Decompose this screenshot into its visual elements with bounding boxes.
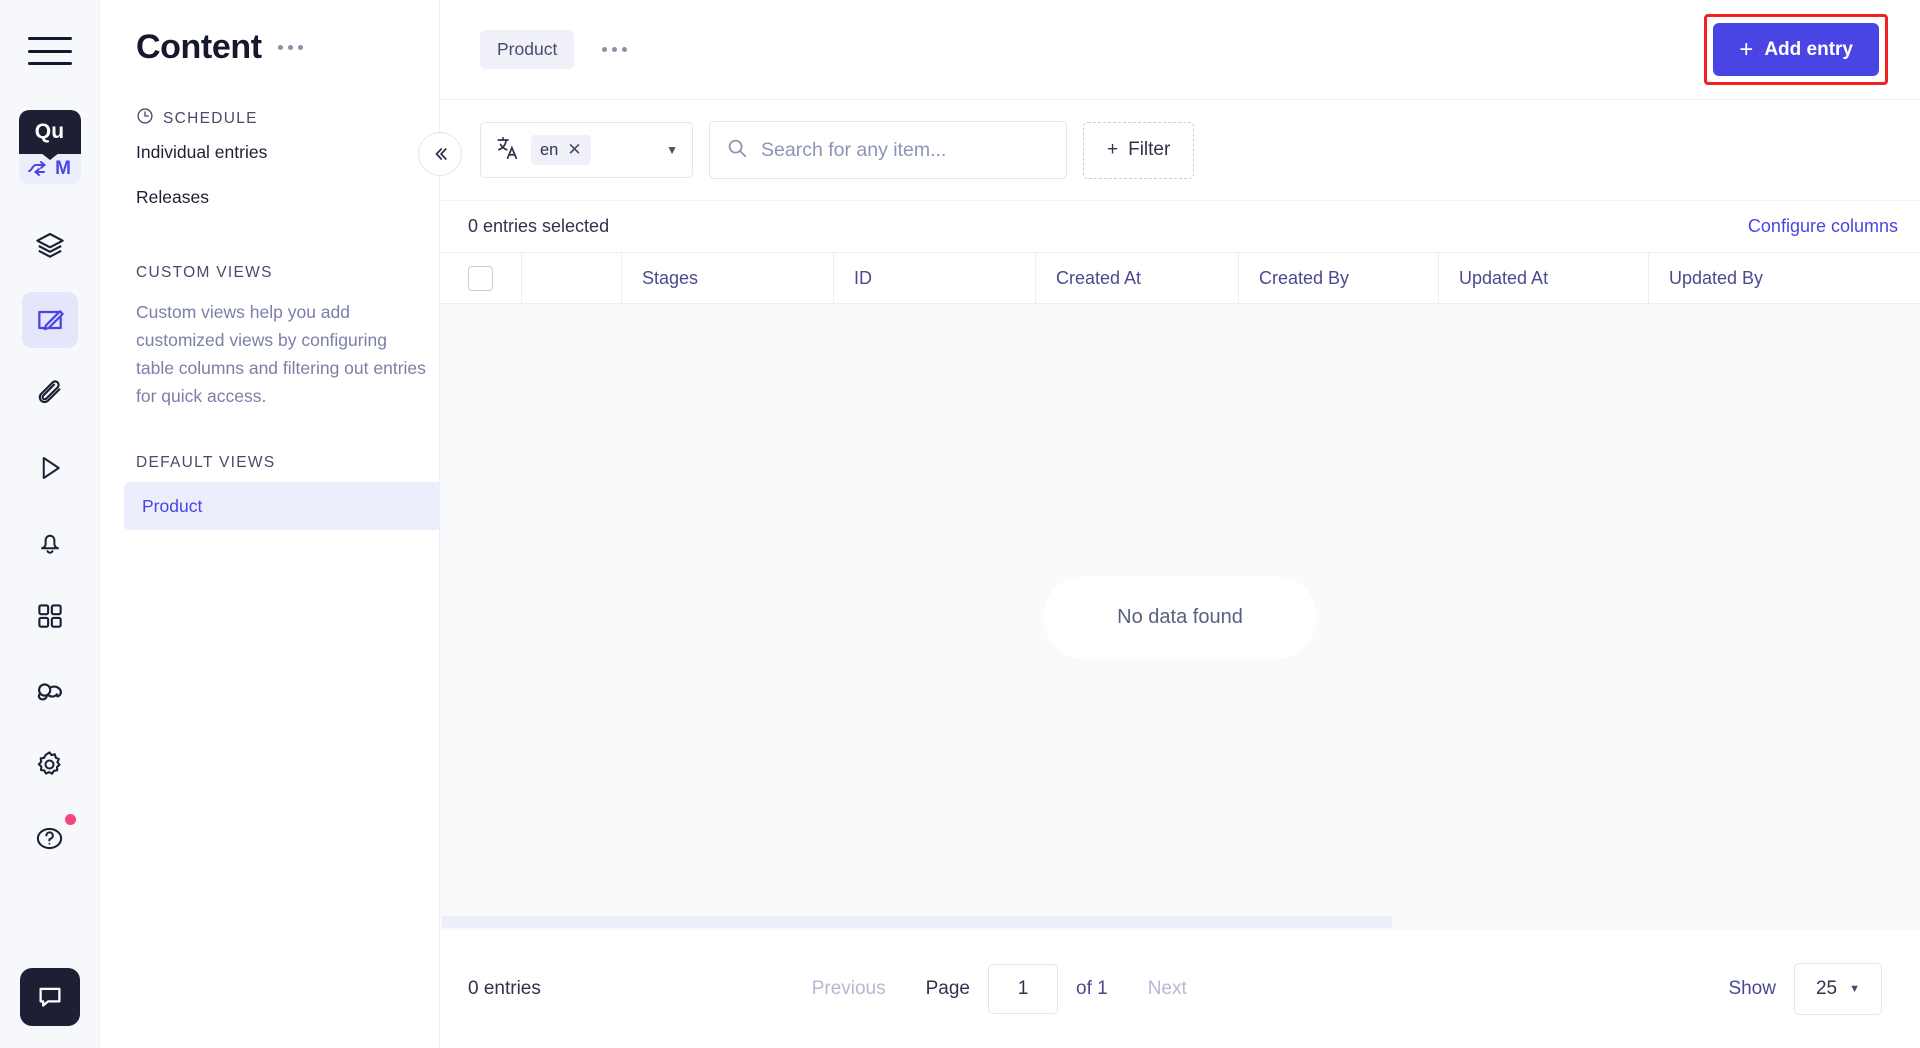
webhooks-icon bbox=[34, 674, 66, 706]
entries-selected-text: 0 entries selected bbox=[468, 216, 610, 236]
select-all-checkbox[interactable] bbox=[468, 265, 493, 291]
section-label-schedule: SCHEDULE bbox=[163, 109, 258, 127]
add-entry-button[interactable]: + Add entry bbox=[1713, 23, 1879, 76]
section-heading-schedule: SCHEDULE bbox=[136, 107, 421, 130]
custom-views-description: Custom views help you add customized vie… bbox=[136, 302, 426, 406]
table-header-updated-by[interactable]: Updated By bbox=[1649, 253, 1859, 303]
app-root: Qu M Content SCHEDULE Individual entries… bbox=[0, 0, 1920, 1048]
sidebar-item-webhooks[interactable] bbox=[22, 662, 78, 718]
configure-columns-link[interactable]: Configure columns bbox=[1748, 216, 1898, 237]
content-sidebar: Content SCHEDULE Individual entries Rele… bbox=[100, 0, 446, 1048]
locale-tag[interactable]: en ✕ bbox=[531, 135, 591, 165]
page-input-group: Page 1 of 1 bbox=[926, 964, 1108, 1014]
table-body: No data found bbox=[440, 304, 1920, 930]
logo-bottom-text: M bbox=[55, 158, 71, 179]
gear-icon bbox=[34, 749, 65, 780]
filter-button[interactable]: + Filter bbox=[1083, 121, 1195, 179]
chat-bubble-icon[interactable] bbox=[19, 968, 80, 1026]
sidebar-item-help[interactable] bbox=[22, 810, 78, 866]
page-label: Page bbox=[925, 978, 970, 999]
search-input[interactable] bbox=[761, 138, 1050, 162]
logo-top-text: Qu bbox=[18, 110, 81, 154]
page-size-value: 25 bbox=[1815, 978, 1838, 999]
page-total-label: of 1 bbox=[1076, 978, 1108, 999]
chevron-down-icon: ▼ bbox=[1849, 983, 1860, 995]
sidebar-header: Content bbox=[118, 0, 421, 67]
topbar-more-options-icon[interactable] bbox=[600, 39, 629, 60]
add-entry-highlight: + Add entry bbox=[1704, 14, 1888, 85]
breadcrumb-chip-product[interactable]: Product bbox=[480, 30, 575, 69]
locale-tag-label: en bbox=[540, 140, 559, 159]
table-wrapper: 0 entries selected Configure columns Sta… bbox=[440, 200, 1920, 1048]
table-toolbar: 0 entries selected Configure columns bbox=[440, 200, 1920, 252]
table-header-checkbox-cell bbox=[440, 253, 522, 303]
paperclip-icon bbox=[34, 378, 66, 410]
section-label-default-views: DEFAULT VIEWS bbox=[136, 454, 276, 471]
entries-count: 0 entries bbox=[468, 978, 541, 999]
plus-icon: + bbox=[1107, 139, 1119, 160]
sidebar-item-product[interactable]: Product bbox=[124, 482, 446, 530]
section-heading-default-views: DEFAULT VIEWS bbox=[136, 454, 421, 472]
sidebar-item-notifications[interactable] bbox=[22, 514, 78, 570]
chevron-down-icon[interactable]: ▼ bbox=[666, 143, 678, 157]
sidebar-item-content-manager[interactable] bbox=[21, 292, 78, 348]
more-options-icon[interactable] bbox=[276, 37, 305, 58]
previous-page-button[interactable]: Previous bbox=[812, 978, 886, 1000]
table-header-row: Stages ID Created At Created By Updated … bbox=[440, 252, 1920, 304]
filter-label: Filter bbox=[1128, 139, 1171, 160]
sidebar-item-marketplace[interactable] bbox=[22, 588, 78, 644]
chevron-double-left-icon[interactable] bbox=[418, 132, 462, 176]
table-header-spacer bbox=[522, 253, 622, 303]
plus-icon: + bbox=[1739, 35, 1754, 63]
apps-grid-icon bbox=[35, 601, 65, 631]
table-header-stages[interactable]: Stages bbox=[622, 253, 834, 303]
page-number-input[interactable]: 1 bbox=[988, 964, 1058, 1014]
sidebar-item-media-library[interactable] bbox=[22, 366, 78, 422]
section-label-custom-views: CUSTOM VIEWS bbox=[136, 264, 273, 281]
main-panel: Product + Add entry en ✕ ▼ Search for an… bbox=[418, 0, 1920, 1048]
close-icon[interactable]: ✕ bbox=[567, 140, 581, 160]
notification-dot bbox=[64, 814, 76, 825]
table-header-id[interactable]: ID bbox=[834, 253, 1036, 303]
table-header-created-at[interactable]: Created At bbox=[1036, 253, 1239, 303]
search-icon bbox=[726, 137, 748, 164]
search-box[interactable] bbox=[709, 121, 1067, 179]
sidebar-item-individual-entries[interactable]: Individual entries bbox=[136, 130, 421, 175]
sidebar-item-preview[interactable] bbox=[22, 440, 78, 496]
page-title: Content bbox=[136, 28, 262, 66]
translate-icon bbox=[495, 135, 521, 166]
table-header-updated-at[interactable]: Updated At bbox=[1439, 253, 1649, 303]
hamburger-menu-icon[interactable] bbox=[27, 34, 72, 68]
bell-icon bbox=[35, 527, 65, 557]
filter-bar: en ✕ ▼ + Filter bbox=[418, 100, 1920, 200]
horizontal-scrollbar[interactable] bbox=[440, 914, 1920, 930]
clock-icon bbox=[136, 107, 154, 130]
pagination-controls: Previous Page 1 of 1 Next bbox=[812, 964, 1187, 1014]
top-bar: Product + Add entry bbox=[440, 0, 1920, 100]
empty-state-message: No data found bbox=[1043, 575, 1317, 659]
table-header-created-by[interactable]: Created By bbox=[1239, 253, 1439, 303]
edit-square-icon bbox=[34, 304, 66, 336]
help-circle-icon bbox=[34, 823, 65, 854]
sidebar-item-releases[interactable]: Releases bbox=[136, 175, 421, 220]
layers-icon bbox=[34, 230, 66, 262]
icon-rail: Qu M bbox=[0, 0, 100, 1048]
sidebar-item-settings[interactable] bbox=[22, 736, 78, 792]
app-logo[interactable]: Qu M bbox=[18, 110, 81, 184]
section-heading-custom-views: CUSTOM VIEWS bbox=[136, 264, 421, 282]
sidebar-item-content-type-builder[interactable] bbox=[22, 218, 78, 274]
pagination-bar: 0 entries Previous Page 1 of 1 Next Show… bbox=[440, 930, 1920, 1048]
page-size-select[interactable]: 25 ▼ bbox=[1793, 963, 1882, 1015]
horizontal-scrollbar-thumb[interactable] bbox=[442, 916, 1392, 928]
add-entry-label: Add entry bbox=[1764, 38, 1853, 60]
locale-select[interactable]: en ✕ ▼ bbox=[480, 122, 693, 178]
page-size-group: Show 25 ▼ bbox=[1728, 963, 1882, 1015]
play-icon bbox=[35, 453, 65, 483]
show-label: Show bbox=[1728, 978, 1776, 999]
next-page-button[interactable]: Next bbox=[1148, 978, 1187, 1000]
